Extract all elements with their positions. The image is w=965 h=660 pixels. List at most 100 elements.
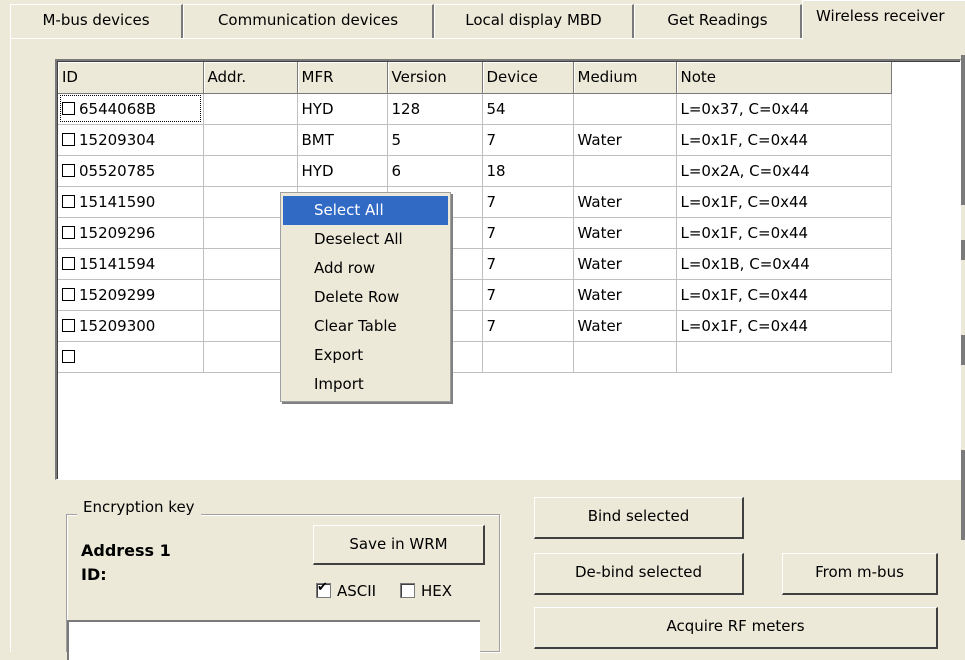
column-header-id[interactable]: ID [58,62,204,94]
tab-communication-devices[interactable]: Communication devices [183,4,434,38]
tab-wireless-receiver[interactable]: Wireless receiver [802,0,965,40]
table-row[interactable]: 15209300 7 Water L=0x1F, C=0x44 [58,310,892,342]
tab-strip: M-bus devices Communication devices Loca… [0,0,965,40]
ascii-label: ASCII [337,582,377,600]
cell-id[interactable]: 15209300 [58,310,204,342]
address-label: Address 1 [81,541,171,560]
cell-addr[interactable] [203,155,298,187]
table-row[interactable]: 15209296 7 Water L=0x1F, C=0x44 [58,217,892,249]
table-row[interactable]: 15209304 BMT 5 7 Water L=0x1F, C=0x44 [58,124,892,156]
cell-note[interactable]: L=0x1F, C=0x44 [676,279,892,311]
cell-device[interactable]: 7 [482,217,574,249]
tab-local-display-mbd[interactable]: Local display MBD [434,4,634,38]
row-select-checkbox[interactable] [62,101,75,115]
cell-medium[interactable]: Water [573,248,677,280]
menu-item-deselect-all[interactable]: Deselect All [283,225,448,254]
cell-id[interactable] [58,341,204,373]
debind-selected-button[interactable]: De-bind selected [534,553,744,595]
tab-get-readings[interactable]: Get Readings [634,4,802,38]
table-row[interactable]: 15141590 7 Water L=0x1F, C=0x44 [58,186,892,218]
row-select-checkbox[interactable] [62,349,75,363]
cell-mfr[interactable]: BMT [297,124,388,156]
hex-checkbox-box[interactable] [400,583,415,598]
cell-medium[interactable]: Water [573,279,677,311]
row-id-text: 05520785 [79,161,156,180]
cell-medium[interactable]: Water [573,186,677,218]
row-select-checkbox[interactable] [62,163,75,177]
menu-item-import[interactable]: Import [283,370,448,399]
cell-id[interactable]: 6544068B [58,93,204,125]
cell-device[interactable]: 7 [482,186,574,218]
menu-item-add-row[interactable]: Add row [283,254,448,283]
cell-addr[interactable] [203,124,298,156]
table-row[interactable]: 15141594 7 Water L=0x1B, C=0x44 [58,248,892,280]
row-select-checkbox[interactable] [62,225,75,239]
column-header-version[interactable]: Version [387,62,483,94]
column-header-medium[interactable]: Medium [573,62,677,94]
cell-id[interactable]: 15209304 [58,124,204,156]
cell-note[interactable]: L=0x37, C=0x44 [676,93,892,125]
tab-m-bus-devices[interactable]: M-bus devices [10,4,183,38]
cell-mfr[interactable]: HYD [297,93,388,125]
cell-id[interactable]: 15209299 [58,279,204,311]
cell-medium[interactable] [573,341,677,373]
row-select-checkbox[interactable] [62,318,75,332]
cell-mfr[interactable]: HYD [297,155,388,187]
ascii-checkbox[interactable]: ASCII [316,580,377,600]
hex-checkbox[interactable]: HEX [400,582,452,600]
cell-note[interactable]: L=0x1B, C=0x44 [676,248,892,280]
table-row[interactable] [58,341,892,373]
menu-item-export[interactable]: Export [283,341,448,370]
cell-medium[interactable] [573,93,677,125]
from-mbus-button[interactable]: From m-bus [782,553,938,595]
column-header-mfr[interactable]: MFR [297,62,388,94]
cell-device[interactable]: 7 [482,310,574,342]
cell-medium[interactable] [573,155,677,187]
bind-selected-button[interactable]: Bind selected [534,497,744,539]
menu-item-clear-table[interactable]: Clear Table [283,312,448,341]
menu-item-delete-row[interactable]: Delete Row [283,283,448,312]
row-select-checkbox[interactable] [62,194,75,208]
column-header-note[interactable]: Note [676,62,892,94]
cell-medium[interactable]: Water [573,217,677,249]
cell-medium[interactable]: Water [573,310,677,342]
menu-item-select-all[interactable]: Select All [283,196,448,225]
cell-device[interactable]: 7 [482,279,574,311]
table-row[interactable]: 15209299 7 Water L=0x1F, C=0x44 [58,279,892,311]
row-select-checkbox[interactable] [62,132,75,146]
ascii-checkbox-box[interactable] [316,580,331,598]
meters-grid-viewport: ID Addr. MFR Version Device Medium Note … [57,61,960,479]
cell-note[interactable]: L=0x1F, C=0x44 [676,124,892,156]
table-row[interactable]: 6544068B HYD 128 54 L=0x37, C=0x44 [58,93,892,125]
encryption-key-input[interactable] [67,620,480,660]
cell-id[interactable]: 05520785 [58,155,204,187]
acquire-rf-meters-button[interactable]: Acquire RF meters [534,607,938,649]
row-select-checkbox[interactable] [62,287,75,301]
cell-id[interactable]: 15141590 [58,186,204,218]
cell-addr[interactable] [203,93,298,125]
cell-id[interactable]: 15141594 [58,248,204,280]
cell-version[interactable]: 6 [387,155,483,187]
row-select-checkbox[interactable] [62,256,75,270]
cell-medium[interactable]: Water [573,124,677,156]
meters-grid[interactable]: ID Addr. MFR Version Device Medium Note … [55,59,961,480]
cell-device[interactable]: 7 [482,124,574,156]
cell-id[interactable]: 15209296 [58,217,204,249]
cell-version[interactable]: 5 [387,124,483,156]
cell-note[interactable]: L=0x1F, C=0x44 [676,217,892,249]
cell-note[interactable] [676,341,892,373]
cell-device[interactable]: 7 [482,248,574,280]
cell-device[interactable]: 18 [482,155,574,187]
save-in-wrm-button[interactable]: Save in WRM [313,525,485,565]
table-row[interactable]: 05520785 HYD 6 18 L=0x2A, C=0x44 [58,155,892,187]
right-panel-edge [961,55,965,205]
column-header-device[interactable]: Device [482,62,574,94]
cell-note[interactable]: L=0x1F, C=0x44 [676,186,892,218]
cell-device[interactable]: 54 [482,93,574,125]
cell-device[interactable] [482,341,574,373]
row-id-text: 15141594 [79,254,156,273]
cell-note[interactable]: L=0x1F, C=0x44 [676,310,892,342]
cell-note[interactable]: L=0x2A, C=0x44 [676,155,892,187]
cell-version[interactable]: 128 [387,93,483,125]
column-header-addr[interactable]: Addr. [203,62,298,94]
